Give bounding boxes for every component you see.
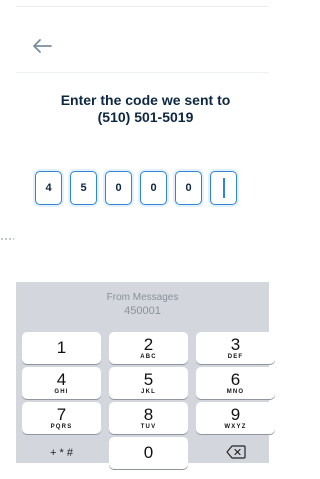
code-digit-1[interactable]: 4	[35, 171, 62, 205]
key-0[interactable]: 0	[109, 437, 188, 469]
code-digit-6[interactable]	[210, 171, 237, 205]
key-2[interactable]: 2 ABC	[109, 332, 188, 364]
key-8-letters: TUV	[140, 424, 157, 430]
key-2-letters: ABC	[140, 354, 157, 360]
key-7-number: 7	[56, 405, 67, 424]
verification-screen: Enter the code we sent to (510) 501-5019…	[16, 0, 275, 469]
header-divider	[16, 72, 269, 73]
key-1-number: 1	[56, 338, 67, 357]
key-2-number: 2	[143, 335, 154, 354]
delete-key[interactable]	[196, 437, 275, 469]
code-digit-3[interactable]: 0	[105, 171, 132, 205]
key-6-number: 6	[230, 370, 241, 389]
key-5-letters: JKL	[141, 389, 156, 395]
key-5[interactable]: 5 JKL	[109, 367, 188, 399]
key-8-number: 8	[143, 405, 154, 424]
key-4-number: 4	[56, 370, 67, 389]
key-6-letters: MNO	[226, 389, 245, 395]
suggestion-source: From Messages	[106, 292, 179, 303]
key-3[interactable]: 3 DEF	[196, 332, 275, 364]
key-3-letters: DEF	[227, 354, 244, 360]
key-0-number: 0	[143, 443, 154, 462]
code-input-group: 4 5 0 0 0	[35, 171, 237, 206]
key-7-letters: PQRS	[50, 424, 73, 430]
key-4-letters: GHI	[54, 389, 69, 395]
key-symbols[interactable]: + * #	[22, 437, 101, 479]
title-phone-number: (510) 501-5019	[97, 109, 194, 125]
numeric-keyboard: From Messages 450001 1 2 ABC 3 DEF 4 GHI…	[16, 282, 275, 469]
code-digit-5[interactable]: 0	[175, 171, 202, 205]
top-border	[16, 6, 269, 7]
page-title: Enter the code we sent to (510) 501-5019	[28, 92, 263, 126]
key-5-number: 5	[143, 370, 154, 389]
key-7[interactable]: 7 PQRS	[22, 402, 101, 434]
key-6[interactable]: 6 MNO	[196, 367, 275, 399]
autofill-suggestion[interactable]: From Messages 450001	[16, 282, 269, 332]
key-4[interactable]: 4 GHI	[22, 367, 101, 399]
text-cursor	[222, 178, 225, 198]
back-button[interactable]	[31, 36, 55, 56]
key-9[interactable]: 9 WXYZ	[196, 402, 275, 434]
code-digit-4[interactable]: 0	[140, 171, 167, 205]
backspace-icon	[225, 445, 246, 459]
title-line-1: Enter the code we sent to	[60, 92, 231, 108]
dotted-divider	[0, 238, 14, 240]
key-9-number: 9	[230, 405, 241, 424]
code-digit-2[interactable]: 5	[70, 171, 97, 205]
key-9-letters: WXYZ	[224, 424, 247, 430]
key-1[interactable]: 1	[22, 332, 101, 364]
key-8[interactable]: 8 TUV	[109, 402, 188, 434]
suggestion-code: 450001	[124, 305, 161, 317]
arrow-left-icon	[33, 39, 52, 53]
key-3-number: 3	[230, 335, 241, 354]
